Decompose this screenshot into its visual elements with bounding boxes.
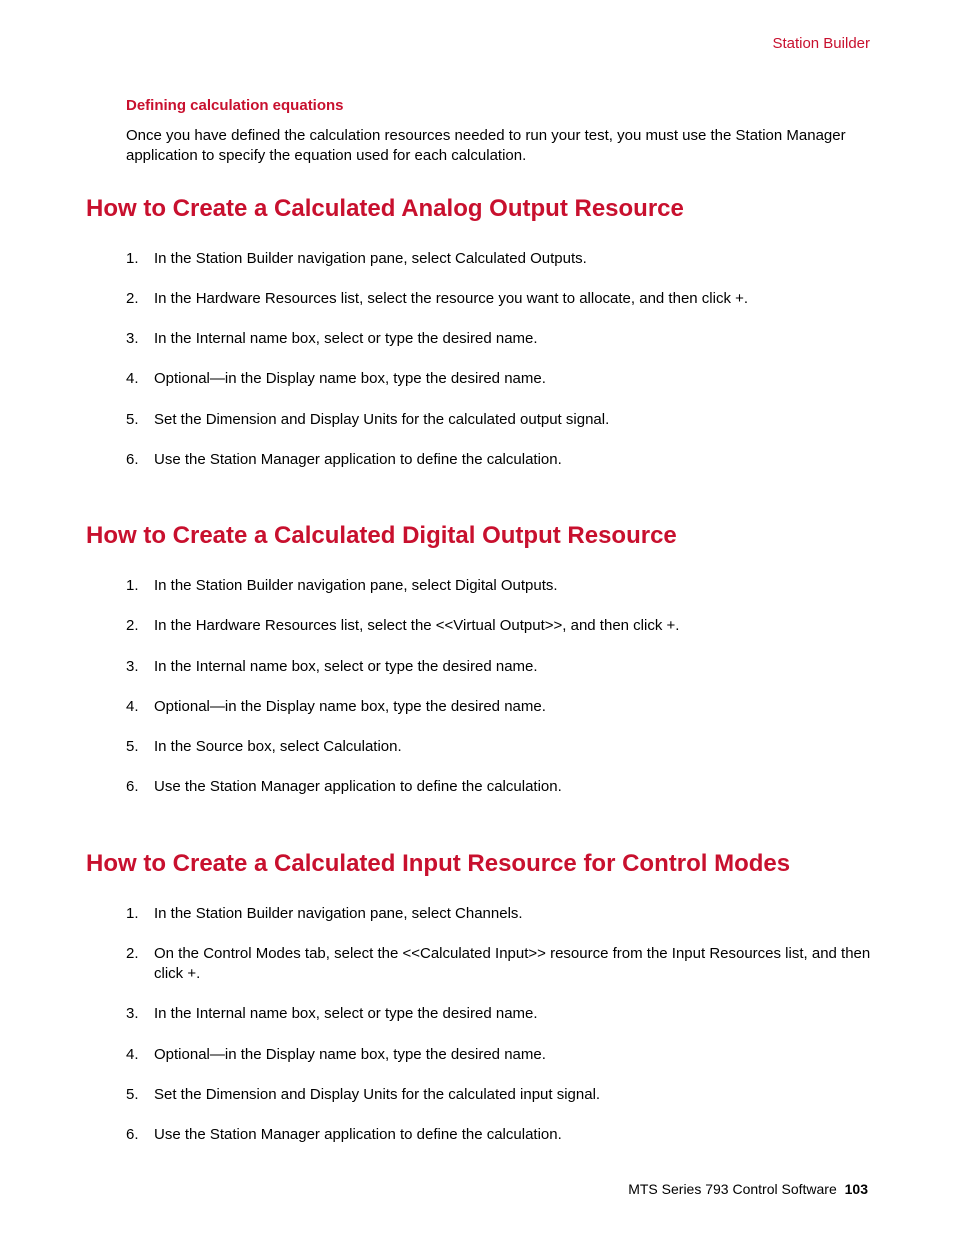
list-item: In the Station Builder navigation pane, … — [126, 249, 872, 269]
section-heading-input: How to Create a Calculated Input Resourc… — [86, 850, 872, 878]
footer-doc-title: MTS Series 793 Control Software — [628, 1181, 837, 1197]
list-item: In the Hardware Resources list, select t… — [126, 289, 872, 309]
list-item: Optional—in the Display name box, type t… — [126, 697, 872, 717]
steps-list-input: In the Station Builder navigation pane, … — [126, 904, 872, 1146]
list-item: Set the Dimension and Display Units for … — [126, 1085, 872, 1105]
section-heading-analog: How to Create a Calculated Analog Output… — [86, 195, 872, 223]
list-item: In the Internal name box, select or type… — [126, 329, 872, 349]
list-item: In the Station Builder navigation pane, … — [126, 576, 872, 596]
steps-list-digital: In the Station Builder navigation pane, … — [126, 576, 872, 798]
list-item: In the Source box, select Calculation. — [126, 737, 872, 757]
list-item: In the Station Builder navigation pane, … — [126, 904, 872, 924]
list-item: Use the Station Manager application to d… — [126, 1125, 872, 1145]
section-heading-digital: How to Create a Calculated Digital Outpu… — [86, 522, 872, 550]
list-item: Use the Station Manager application to d… — [126, 450, 872, 470]
list-item: Optional—in the Display name box, type t… — [126, 369, 872, 389]
list-item: In the Internal name box, select or type… — [126, 657, 872, 677]
intro-subheading: Defining calculation equations — [126, 97, 872, 114]
steps-list-analog: In the Station Builder navigation pane, … — [126, 249, 872, 471]
list-item: In the Internal name box, select or type… — [126, 1004, 872, 1024]
intro-body: Once you have defined the calculation re… — [126, 126, 872, 167]
list-item: On the Control Modes tab, select the <<C… — [126, 944, 872, 985]
footer-page-number: 103 — [845, 1181, 868, 1197]
list-item: In the Hardware Resources list, select t… — [126, 616, 872, 636]
page-footer: MTS Series 793 Control Software 103 — [628, 1181, 868, 1197]
list-item: Set the Dimension and Display Units for … — [126, 410, 872, 430]
list-item: Use the Station Manager application to d… — [126, 777, 872, 797]
header-section-label: Station Builder — [86, 35, 870, 52]
list-item: Optional—in the Display name box, type t… — [126, 1045, 872, 1065]
